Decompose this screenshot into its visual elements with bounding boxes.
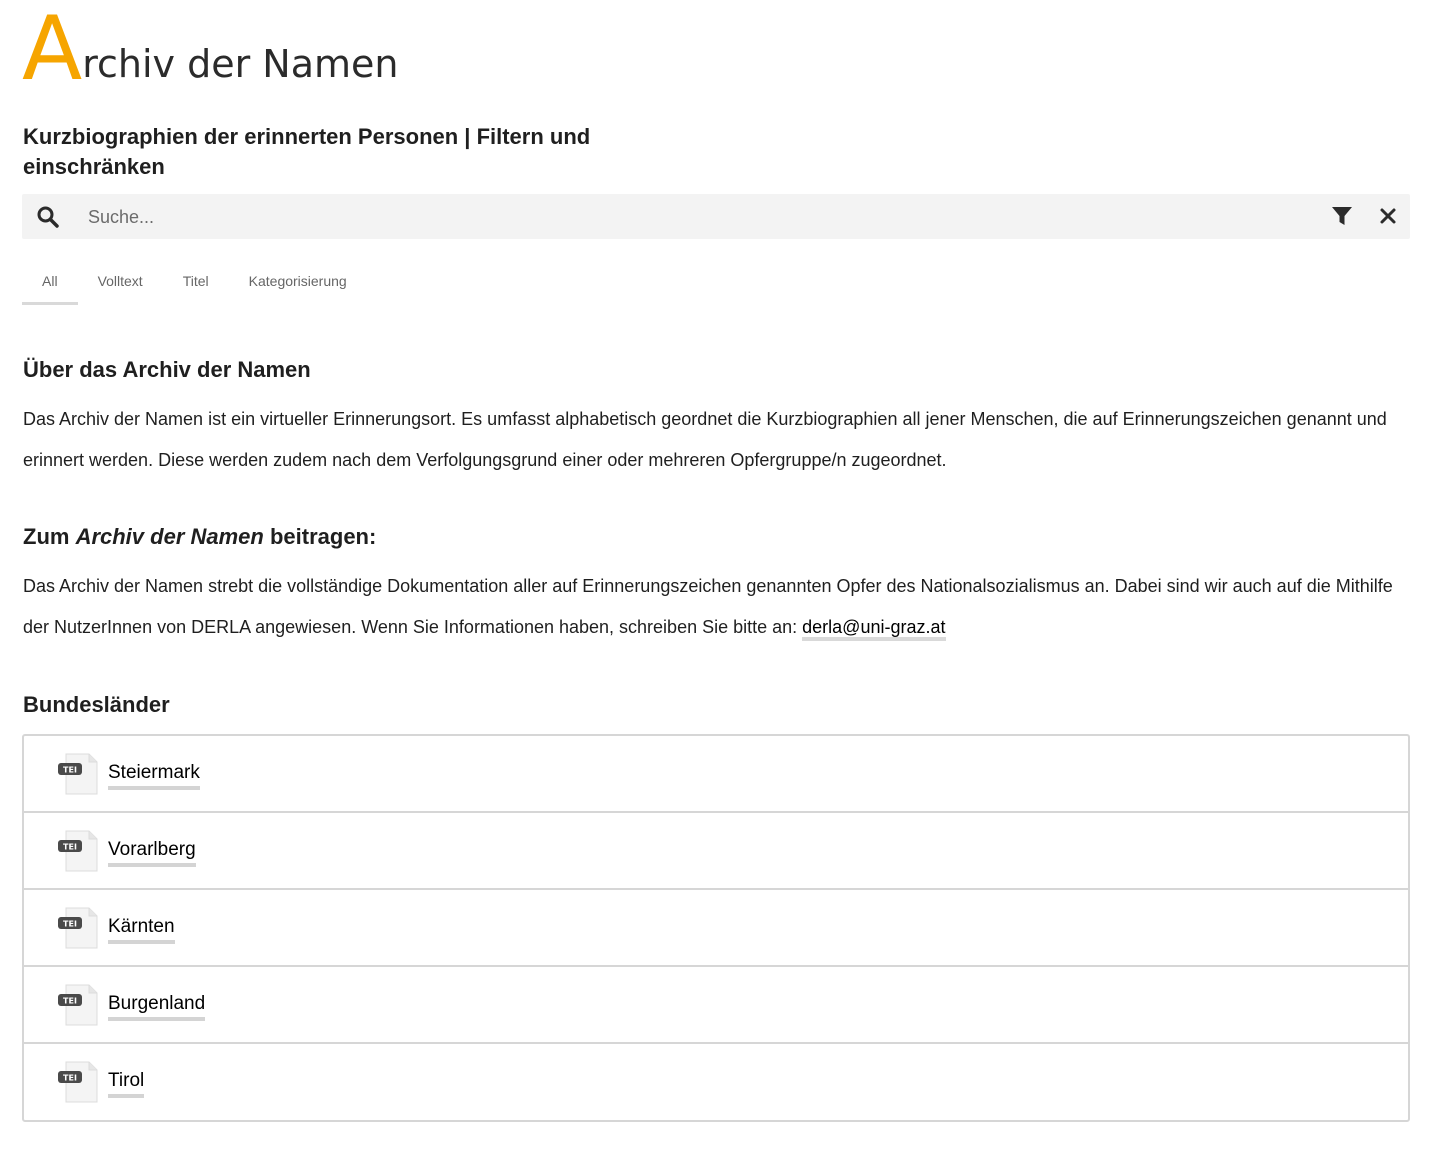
title-text: rchiv der Namen [82, 42, 399, 86]
page-title: Archiv der Namen [22, 0, 399, 100]
tab-volltext[interactable]: Volltext [78, 264, 163, 306]
about-text: Das Archiv der Namen ist ein virtueller … [23, 409, 1387, 470]
search-icon[interactable] [36, 205, 60, 229]
close-icon[interactable] [1379, 207, 1397, 225]
states-list: TEI Steiermark TEI Vorarlberg TEI Kärnte… [22, 734, 1410, 1122]
tei-file-icon: TEI [58, 830, 98, 872]
contribute-text: Das Archiv der Namen strebt die vollstän… [23, 566, 1418, 648]
page-subtitle: Kurzbiographien der erinnerten Personen … [23, 124, 591, 179]
svg-text:TEI: TEI [63, 997, 77, 1006]
search-scope-tabs: All Volltext Titel Kategorisierung [22, 264, 367, 306]
filter-icon[interactable] [1331, 205, 1353, 227]
email-link[interactable]: derla@uni-graz.at [802, 617, 946, 641]
states-heading: Bundesländer [23, 692, 170, 717]
svg-text:TEI: TEI [63, 843, 77, 852]
title-initial: A [22, 0, 82, 100]
tab-all[interactable]: All [22, 264, 78, 305]
contribute-text-body: Das Archiv der Namen strebt die vollstän… [23, 576, 1393, 637]
state-link-vorarlberg[interactable]: Vorarlberg [108, 837, 196, 867]
state-link-tirol[interactable]: Tirol [108, 1068, 145, 1098]
search-input[interactable] [86, 200, 1290, 235]
contribute-heading: Zum Archiv der Namen beitragen: [23, 524, 376, 550]
svg-text:TEI: TEI [63, 920, 77, 929]
state-link-steiermark[interactable]: Steiermark [108, 760, 200, 790]
state-link-kaernten[interactable]: Kärnten [108, 914, 175, 944]
tei-file-icon: TEI [58, 984, 98, 1026]
tei-file-icon: TEI [58, 753, 98, 795]
list-item: TEI Vorarlberg [24, 813, 1408, 890]
contribute-heading-suffix: beitragen: [263, 524, 377, 549]
tab-kategorisierung[interactable]: Kategorisierung [229, 264, 367, 306]
tei-file-icon: TEI [58, 1061, 98, 1103]
svg-text:TEI: TEI [63, 766, 77, 775]
about-heading: Über das Archiv der Namen [23, 357, 311, 382]
svg-text:TEI: TEI [63, 1074, 77, 1083]
state-link-burgenland[interactable]: Burgenland [108, 991, 206, 1021]
list-item: TEI Kärnten [24, 890, 1408, 967]
contribute-heading-prefix: Zum [23, 524, 76, 549]
list-item: TEI Tirol [24, 1044, 1408, 1120]
list-item: TEI Steiermark [24, 736, 1408, 813]
tei-file-icon: TEI [58, 907, 98, 949]
contribute-heading-emphasis: Archiv der Namen [75, 524, 264, 549]
tab-titel[interactable]: Titel [163, 264, 229, 306]
list-item: TEI Burgenland [24, 967, 1408, 1044]
